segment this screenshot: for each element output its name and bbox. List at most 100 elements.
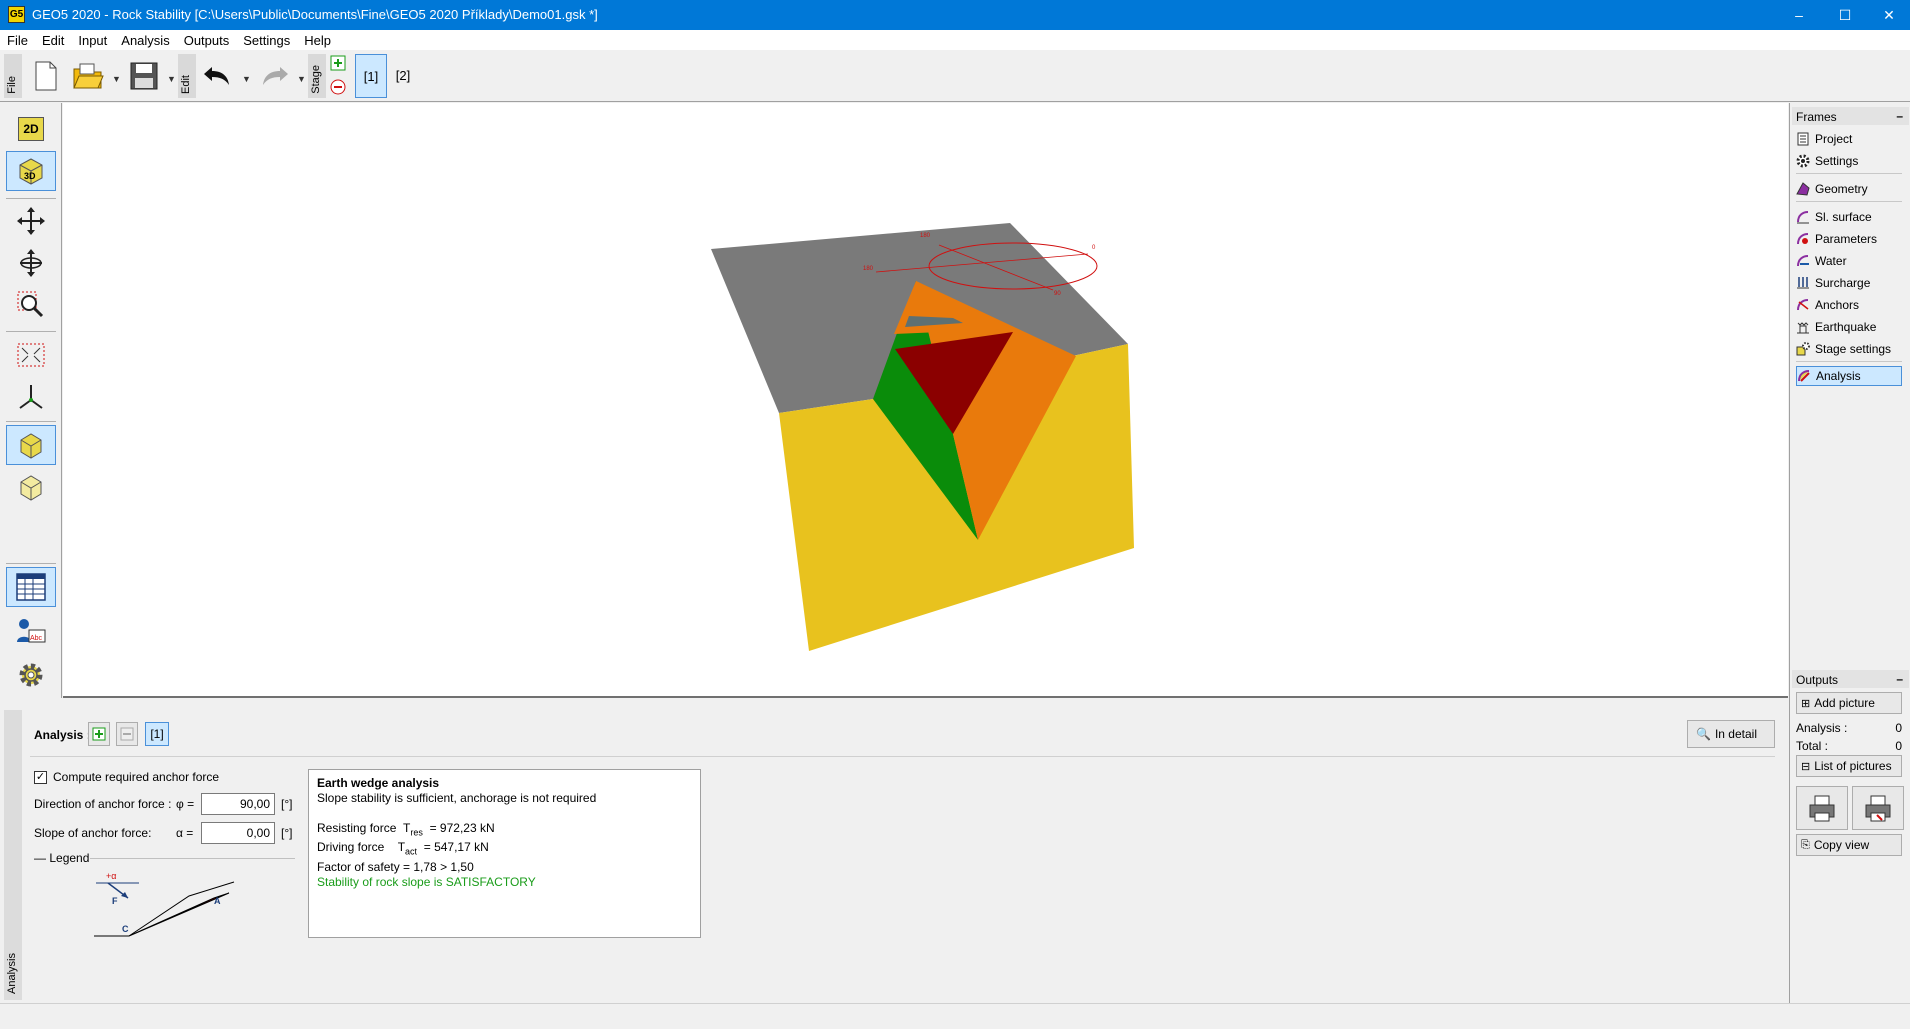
direction-input[interactable]	[201, 793, 275, 815]
svg-text:+α: +α	[106, 871, 116, 881]
slope-unit: [°]	[281, 826, 293, 840]
direction-label: Direction of anchor force :	[34, 797, 172, 811]
stereonet-label-n: 180	[920, 233, 931, 239]
undo-dropdown-icon[interactable]: ▼	[242, 74, 251, 84]
analysis-1-tab[interactable]: [1]	[145, 722, 169, 746]
add-analysis-button[interactable]	[88, 722, 110, 746]
copy-view-button[interactable]: ⎘ Copy view	[1796, 834, 1902, 856]
results-driving-force: Driving force Tact = 547,17 kN	[317, 840, 489, 857]
frame-water[interactable]: Water	[1796, 251, 1902, 271]
zoom-icon[interactable]	[6, 285, 56, 325]
list-of-pictures-button[interactable]: ⊟ List of pictures	[1796, 755, 1902, 777]
frame-analysis[interactable]: Analysis	[1796, 366, 1902, 386]
remove-stage-icon[interactable]	[330, 79, 346, 98]
geometry-icon	[1796, 182, 1810, 196]
results-resisting-force: Resisting force Tres = 972,23 kN	[317, 821, 495, 838]
svg-text:A: A	[214, 896, 221, 906]
menu-analysis[interactable]: Analysis	[114, 30, 176, 48]
frame-slip-surface[interactable]: Sl. surface	[1796, 207, 1902, 227]
stage-2-button[interactable]: [2]	[387, 54, 419, 98]
analysis-side-tab[interactable]: Analysis	[4, 710, 22, 1000]
svg-text:F: F	[112, 896, 118, 906]
results-anchorage-line: Slope stability is sufficient, anchorage…	[317, 791, 597, 805]
frame-anchors[interactable]: Anchors	[1796, 295, 1902, 315]
table-icon[interactable]	[6, 567, 56, 607]
analysis-panel: Analysis Analysis : [1] 🔍 In detail ✓ Comp…	[0, 700, 1788, 1003]
parameters-icon	[1796, 232, 1810, 246]
3d-viewport[interactable]: 180 0 180 90	[63, 103, 1788, 698]
file-group-tab[interactable]: File	[4, 54, 22, 98]
copy-view-icon: ⎘	[1801, 838, 1810, 851]
results-verdict: Stability of rock slope is SATISFACTORY	[317, 874, 536, 889]
redo-dropdown-icon[interactable]: ▼	[297, 74, 306, 84]
frame-parameters[interactable]: Parameters	[1796, 229, 1902, 249]
maximize-button[interactable]: ☐	[1822, 0, 1868, 30]
add-stage-icon[interactable]	[330, 55, 346, 74]
remove-analysis-button[interactable]	[116, 722, 138, 746]
settings-gear-icon[interactable]	[6, 655, 56, 695]
add-icon	[92, 727, 106, 741]
list-pictures-icon: ⊟	[1801, 760, 1811, 773]
frame-settings[interactable]: Settings	[1796, 151, 1902, 171]
add-picture-icon: ⊞	[1801, 697, 1811, 710]
stereonet-label-s: 90	[1054, 291, 1061, 297]
frames-panel: Frames – Project Settings Geometry Sl. su…	[1789, 103, 1910, 1003]
new-file-icon[interactable]	[28, 58, 64, 94]
window-title: GEO5 2020 - Rock Stability [C:\Users\Pub…	[32, 7, 598, 22]
save-dropdown-icon[interactable]: ▼	[167, 74, 176, 84]
print-export-button[interactable]	[1852, 786, 1904, 830]
edit-group-tab[interactable]: Edit	[178, 54, 196, 98]
rotate-icon[interactable]	[6, 243, 56, 283]
label-styles-icon[interactable]: Abc	[6, 611, 56, 651]
legend-diagram: +α F A C	[94, 871, 235, 937]
checkbox-box[interactable]: ✓	[34, 770, 47, 784]
frame-stage-settings[interactable]: Stage settings	[1796, 339, 1902, 359]
minimize-button[interactable]: –	[1776, 0, 1822, 30]
axes-icon[interactable]	[6, 377, 56, 417]
view-2d-button[interactable]: 2D	[6, 109, 56, 149]
frame-project[interactable]: Project	[1796, 129, 1902, 149]
menu-file[interactable]: File	[0, 30, 35, 48]
menu-input[interactable]: Input	[71, 30, 114, 48]
undo-icon[interactable]	[200, 58, 236, 94]
add-picture-button[interactable]: ⊞ Add picture	[1796, 692, 1902, 714]
stereonet-label-w: 180	[863, 266, 874, 272]
frame-geometry[interactable]: Geometry	[1796, 179, 1902, 199]
save-file-icon[interactable]	[126, 58, 162, 94]
frame-earthquake[interactable]: Earthquake	[1796, 317, 1902, 337]
redo-icon[interactable]	[256, 58, 292, 94]
stage-1-button[interactable]: [1]	[355, 54, 387, 98]
status-bar	[0, 1003, 1910, 1029]
close-button[interactable]: ✕	[1866, 0, 1910, 30]
analysis-icon	[1797, 369, 1811, 383]
print-button[interactable]	[1796, 786, 1848, 830]
menu-settings[interactable]: Settings	[236, 30, 297, 48]
printer-export-icon	[1865, 795, 1891, 822]
stage-group-tab[interactable]: Stage	[308, 54, 326, 98]
solid-view-icon[interactable]	[6, 425, 56, 465]
slope-input[interactable]	[201, 822, 275, 844]
app-logo-icon: G5	[8, 6, 25, 23]
open-dropdown-icon[interactable]: ▼	[112, 74, 121, 84]
menu-edit[interactable]: Edit	[35, 30, 71, 48]
menu-outputs[interactable]: Outputs	[177, 30, 237, 48]
svg-text:C: C	[122, 924, 129, 934]
collapse-frames-icon[interactable]: –	[1896, 109, 1903, 123]
collapse-outputs-icon[interactable]: –	[1896, 672, 1903, 686]
direction-row: Direction of anchor force : φ = [°]	[34, 793, 292, 815]
open-file-icon[interactable]	[70, 58, 106, 94]
view-3d-button[interactable]: 3D	[6, 151, 56, 191]
frame-surcharge[interactable]: Surcharge	[1796, 273, 1902, 293]
pan-move-icon[interactable]	[6, 201, 56, 241]
earthquake-icon	[1796, 320, 1810, 334]
stereonet-label-e: 0	[1092, 245, 1096, 251]
project-icon	[1796, 132, 1810, 146]
zoom-extents-icon[interactable]	[6, 335, 56, 375]
svg-text:3D: 3D	[24, 171, 36, 181]
in-detail-icon: 🔍	[1696, 727, 1711, 741]
wireframe-view-icon[interactable]	[6, 467, 56, 507]
compute-anchor-checkbox[interactable]: ✓ Compute required anchor force	[34, 770, 219, 784]
in-detail-button[interactable]: 🔍 In detail	[1687, 720, 1775, 748]
menu-help[interactable]: Help	[297, 30, 338, 48]
slope-label: Slope of anchor force:	[34, 826, 152, 840]
